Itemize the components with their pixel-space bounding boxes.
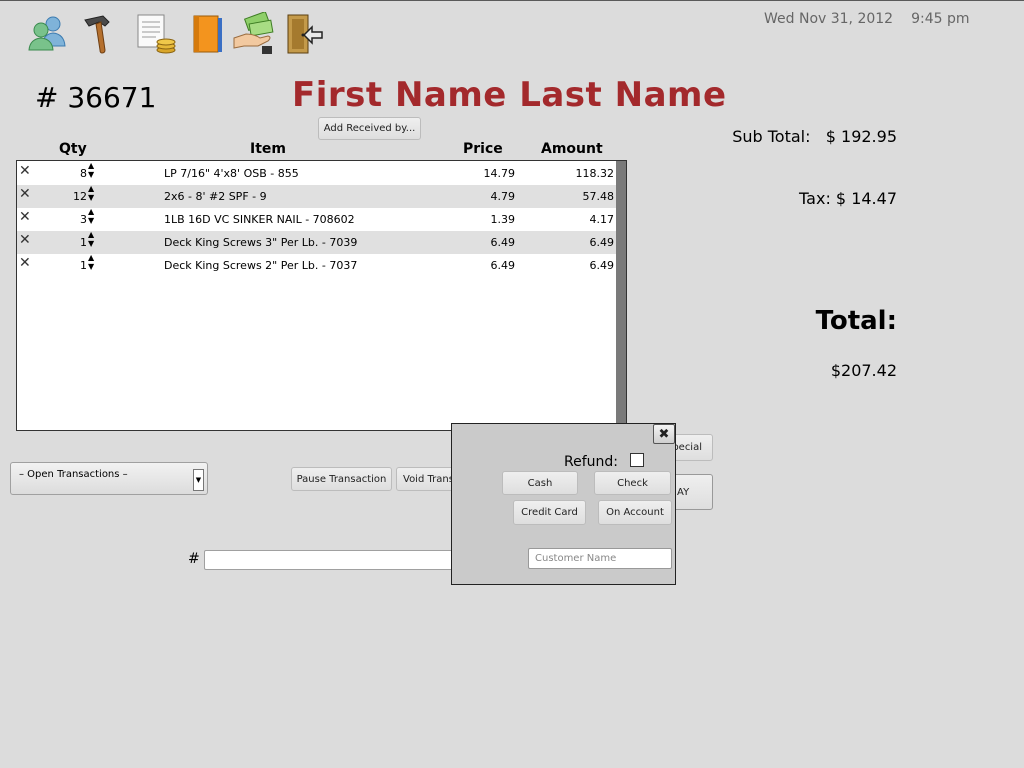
time-text: 9:45 pm bbox=[911, 11, 970, 27]
payment-dialog: ✖ Refund: Cash Check Credit Card On Acco… bbox=[451, 423, 676, 585]
row-price: 6.49 bbox=[490, 236, 516, 249]
credit-card-button[interactable]: Credit Card bbox=[513, 500, 586, 525]
customer-name-input[interactable] bbox=[528, 548, 672, 569]
total-label: Total: bbox=[815, 306, 897, 336]
table-row: ✕ 1 ▲ ▼ Deck King Screws 2" Per Lb. - 703… bbox=[17, 253, 617, 277]
subtotal-value: $ 192.95 bbox=[825, 127, 897, 146]
chevron-down-icon[interactable]: ▼ bbox=[193, 469, 204, 491]
row-amount: 6.49 bbox=[589, 236, 615, 249]
ledger-coins-icon[interactable] bbox=[134, 12, 178, 56]
row-item: Deck King Screws 3" Per Lb. - 7039 bbox=[164, 236, 358, 249]
refund-label: Refund: bbox=[564, 454, 618, 470]
row-qty: 3 bbox=[80, 213, 87, 226]
row-item: 2x6 - 8' #2 SPF - 9 bbox=[164, 190, 267, 203]
column-header-item: Item bbox=[250, 141, 286, 157]
row-item: Deck King Screws 2" Per Lb. - 7037 bbox=[164, 259, 358, 272]
column-header-price: Price bbox=[463, 141, 503, 157]
qty-stepper[interactable]: ▲ ▼ bbox=[88, 253, 94, 271]
row-amount: 57.48 bbox=[582, 190, 615, 203]
row-qty: 12 bbox=[73, 190, 87, 203]
remove-item-icon[interactable]: ✕ bbox=[19, 232, 31, 248]
qty-stepper[interactable]: ▲ ▼ bbox=[88, 184, 94, 202]
row-item: 1LB 16D VC SINKER NAIL - 708602 bbox=[164, 213, 355, 226]
qty-stepper[interactable]: ▲ ▼ bbox=[88, 161, 94, 179]
payment-hand-icon[interactable] bbox=[232, 12, 276, 56]
qty-stepper[interactable]: ▲ ▼ bbox=[88, 207, 94, 225]
refund-checkbox[interactable] bbox=[630, 453, 644, 467]
tax: Tax: $ 14.47 bbox=[799, 189, 897, 208]
customers-icon[interactable] bbox=[26, 12, 70, 56]
top-border bbox=[0, 0, 1024, 1]
line-items-table: ✕ 8 ▲ ▼ LP 7/16" 4'x8' OSB - 855 14.79 11… bbox=[16, 160, 627, 431]
qty-stepper[interactable]: ▲ ▼ bbox=[88, 230, 94, 248]
remove-item-icon[interactable]: ✕ bbox=[19, 209, 31, 225]
add-received-by-button[interactable]: Add Received by... bbox=[318, 117, 421, 140]
column-header-qty: Qty bbox=[59, 141, 87, 157]
table-row: ✕ 8 ▲ ▼ LP 7/16" 4'x8' OSB - 855 14.79 11… bbox=[17, 161, 617, 185]
book-icon[interactable] bbox=[186, 12, 230, 56]
item-number-input[interactable] bbox=[204, 550, 464, 570]
table-row: ✕ 1 ▲ ▼ Deck King Screws 3" Per Lb. - 703… bbox=[17, 230, 617, 254]
cash-button[interactable]: Cash bbox=[502, 471, 578, 495]
row-qty: 1 bbox=[80, 259, 87, 272]
row-price: 1.39 bbox=[490, 213, 516, 226]
subtotal-label: Sub Total: bbox=[732, 127, 811, 146]
pause-transaction-button[interactable]: Pause Transaction bbox=[291, 467, 392, 491]
row-price: 4.79 bbox=[490, 190, 516, 203]
row-qty: 8 bbox=[80, 167, 87, 180]
row-amount: 4.17 bbox=[589, 213, 615, 226]
on-account-button[interactable]: On Account bbox=[598, 500, 672, 525]
remove-item-icon[interactable]: ✕ bbox=[19, 163, 31, 179]
row-amount: 118.32 bbox=[575, 167, 615, 180]
hammer-icon[interactable] bbox=[79, 12, 123, 56]
total-value: $207.42 bbox=[830, 361, 897, 380]
number-label: # bbox=[188, 551, 200, 567]
open-transactions-label: – Open Transactions – bbox=[19, 469, 128, 480]
table-row: ✕ 12 ▲ ▼ 2x6 - 8' #2 SPF - 9 4.79 57.48 bbox=[17, 184, 617, 208]
row-qty: 1 bbox=[80, 236, 87, 249]
row-price: 6.49 bbox=[490, 259, 516, 272]
close-icon[interactable]: ✖ bbox=[653, 424, 675, 444]
remove-item-icon[interactable]: ✕ bbox=[19, 255, 31, 271]
customer-name: First Name Last Name bbox=[292, 75, 727, 115]
check-button[interactable]: Check bbox=[594, 471, 671, 495]
table-scrollbar[interactable] bbox=[616, 161, 626, 430]
row-amount: 6.49 bbox=[589, 259, 615, 272]
column-header-amount: Amount bbox=[541, 141, 603, 157]
remove-item-icon[interactable]: ✕ bbox=[19, 186, 31, 202]
datetime-display: Wed Nov 31, 2012 9:45 pm bbox=[764, 11, 970, 27]
date-text: Wed Nov 31, 2012 bbox=[764, 11, 894, 27]
order-number: # 36671 bbox=[35, 81, 157, 114]
open-transactions-dropdown[interactable]: – Open Transactions – ▼ bbox=[10, 462, 208, 495]
row-item: LP 7/16" 4'x8' OSB - 855 bbox=[164, 167, 299, 180]
table-row: ✕ 3 ▲ ▼ 1LB 16D VC SINKER NAIL - 708602 1… bbox=[17, 207, 617, 231]
subtotal: Sub Total: $ 192.95 bbox=[732, 127, 897, 146]
row-price: 14.79 bbox=[483, 167, 516, 180]
exit-door-icon[interactable] bbox=[284, 12, 328, 56]
